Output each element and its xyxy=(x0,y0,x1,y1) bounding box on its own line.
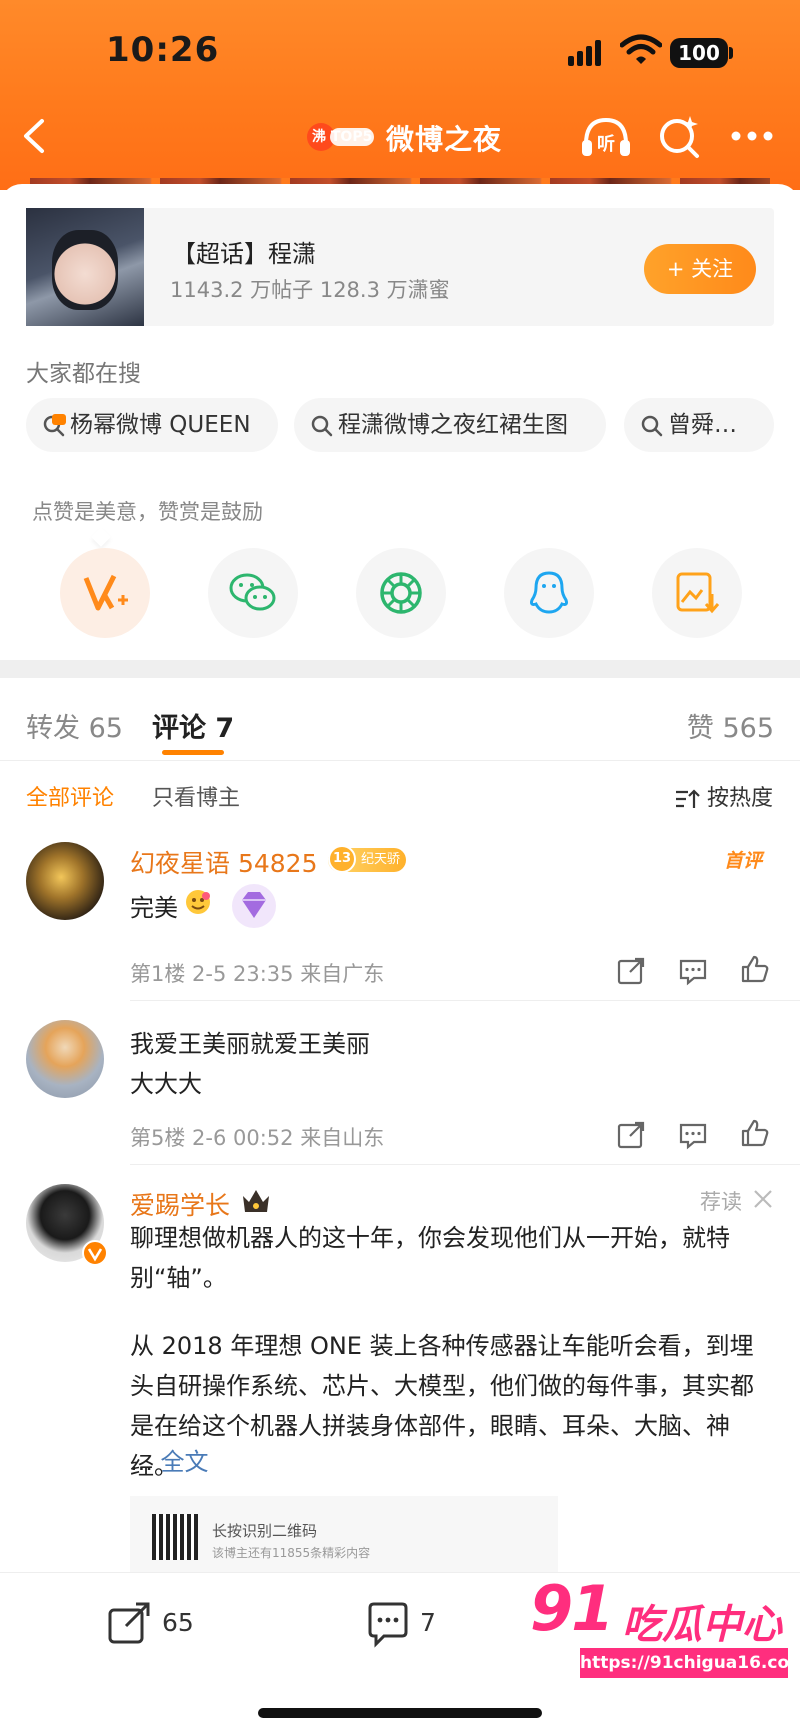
tab-likes[interactable]: 赞 565 xyxy=(687,706,774,745)
section-divider xyxy=(0,660,800,678)
comment-meta: 第5楼 2-6 00:52 来自山东 xyxy=(130,1126,385,1150)
ellipsis: ... xyxy=(130,1448,153,1476)
qr-code xyxy=(152,1514,198,1560)
share-qq-button[interactable] xyxy=(504,548,594,638)
like-icon[interactable] xyxy=(740,1118,770,1148)
tab-divider xyxy=(0,760,800,761)
sort-icon xyxy=(676,789,700,808)
search-chip[interactable]: 曾舜… xyxy=(624,398,774,452)
page-title: 微博之夜 xyxy=(386,123,503,156)
home-indicator[interactable] xyxy=(258,1708,542,1718)
vplus-icon xyxy=(83,574,128,611)
active-tab-indicator xyxy=(162,750,224,755)
back-arrow-icon[interactable] xyxy=(20,118,50,154)
repost-count: 65 xyxy=(161,1608,194,1637)
watermark-url: https://91chigua16.com xyxy=(580,1648,800,1678)
read-more-row: ... 全文 xyxy=(130,1442,776,1482)
verified-v-icon xyxy=(82,1240,108,1266)
vplus-reward-button[interactable] xyxy=(60,548,150,638)
supertopic-stats: 1143.2 万帖子 128.3 万潇蜜 xyxy=(170,278,450,302)
save-image-button[interactable] xyxy=(652,548,742,638)
svg-text:听: 听 xyxy=(597,133,615,155)
moments-icon xyxy=(380,572,422,614)
comment-text: 大大大 xyxy=(130,1070,202,1098)
wifi-icon xyxy=(620,34,662,64)
search-icon xyxy=(641,415,663,436)
share-wechat-button[interactable] xyxy=(208,548,298,638)
more-icon[interactable] xyxy=(730,130,774,142)
share-comment-icon[interactable] xyxy=(616,956,646,986)
first-comment-tag: 首评 xyxy=(724,850,763,872)
comment-divider xyxy=(130,1000,800,1001)
reply-icon[interactable] xyxy=(678,1120,708,1150)
reward-tip: 点赞是美意，赞赏是鼓励 xyxy=(32,500,263,524)
filter-author-only[interactable]: 只看博主 xyxy=(152,780,240,812)
promo-paragraph-1: 聊理想做机器人的这十年，你会发现他们从一开始，就特别“轴”。 xyxy=(130,1224,730,1292)
qr-subtitle: 该博主还有11855条精彩内容 xyxy=(212,1546,371,1560)
filter-all-comments[interactable]: 全部评论 xyxy=(26,780,114,812)
save-image-icon xyxy=(676,572,720,614)
battery-indicator: 100 xyxy=(670,38,728,68)
read-full-link[interactable]: 全文 xyxy=(161,1448,209,1476)
tab-repost[interactable]: 转发 65 xyxy=(26,706,123,745)
comment-icon xyxy=(368,1602,408,1648)
status-time: 10:26 xyxy=(106,30,220,70)
search-chip-label: 杨幂微博 QUEEN xyxy=(70,412,251,438)
like-icon[interactable] xyxy=(740,954,770,984)
comment-count: 7 xyxy=(419,1608,436,1637)
trending-search-heading: 大家都在搜 xyxy=(26,361,141,387)
fan-level-number: 13 xyxy=(328,845,356,873)
crown-badge-icon xyxy=(243,1190,269,1212)
search-chip[interactable]: 程潇微博之夜红裙生图 xyxy=(294,398,606,452)
follow-button[interactable]: + 关注 xyxy=(644,244,756,294)
sort-label: 按热度 xyxy=(707,786,774,811)
hot-rank-label: 沸 TOP5 xyxy=(312,129,373,145)
comment-divider xyxy=(130,1164,800,1165)
search-chip[interactable]: 杨幂微博 QUEEN xyxy=(26,398,278,452)
promo-username[interactable]: 爱踢学长 xyxy=(130,1186,230,1222)
qq-icon xyxy=(530,571,568,614)
qr-title: 长按识别二维码 xyxy=(212,1522,318,1540)
share-comment-icon[interactable] xyxy=(616,1120,646,1150)
repost-icon xyxy=(108,1602,150,1644)
search-chip-label: 曾舜… xyxy=(668,412,737,438)
reply-icon[interactable] xyxy=(678,956,708,986)
signal-icon xyxy=(568,40,601,66)
listen-icon[interactable]: 听 xyxy=(580,114,632,160)
app-header xyxy=(0,0,800,190)
watermark-logo: 91 xyxy=(530,1572,614,1645)
comment-meta: 第1楼 2-5 23:35 来自广东 xyxy=(130,962,385,986)
emoji-icon xyxy=(186,890,210,914)
hot-search-icon xyxy=(43,413,66,436)
comment-button[interactable]: 7 xyxy=(364,1600,436,1648)
diamond-sticker-icon xyxy=(232,884,276,928)
share-moments-button[interactable] xyxy=(356,548,446,638)
supertopic-name: 【超话】程潇 xyxy=(172,240,316,268)
comment-username[interactable]: 幻夜星语 54825 xyxy=(130,844,317,880)
recommend-label: 荐读 xyxy=(700,1190,742,1214)
repost-button[interactable]: 65 xyxy=(106,1600,194,1648)
comment-text: 完美 xyxy=(130,894,178,922)
search-icon xyxy=(311,415,333,436)
hot-rank-badge: 沸 TOP5 xyxy=(306,120,376,154)
search-chip-label: 程潇微博之夜红裙生图 xyxy=(338,412,568,438)
close-icon[interactable] xyxy=(752,1188,774,1210)
fan-level-badge: 13 纪天骄 xyxy=(328,845,406,873)
fan-badge-label: 纪天骄 xyxy=(360,852,400,867)
comment-username[interactable]: 我爱王美丽就爱王美丽 xyxy=(130,1024,370,1059)
sparkle-search-icon[interactable] xyxy=(658,114,700,160)
cover-face xyxy=(52,230,118,310)
watermark-title: 吃瓜中心 xyxy=(622,1602,782,1648)
wechat-icon xyxy=(229,573,276,611)
tab-comment[interactable]: 评论 7 xyxy=(152,706,234,745)
avatar[interactable] xyxy=(26,1020,104,1098)
avatar[interactable] xyxy=(26,842,104,920)
sort-dropdown[interactable]: 按热度 xyxy=(674,780,773,812)
battery-tip xyxy=(729,47,733,59)
